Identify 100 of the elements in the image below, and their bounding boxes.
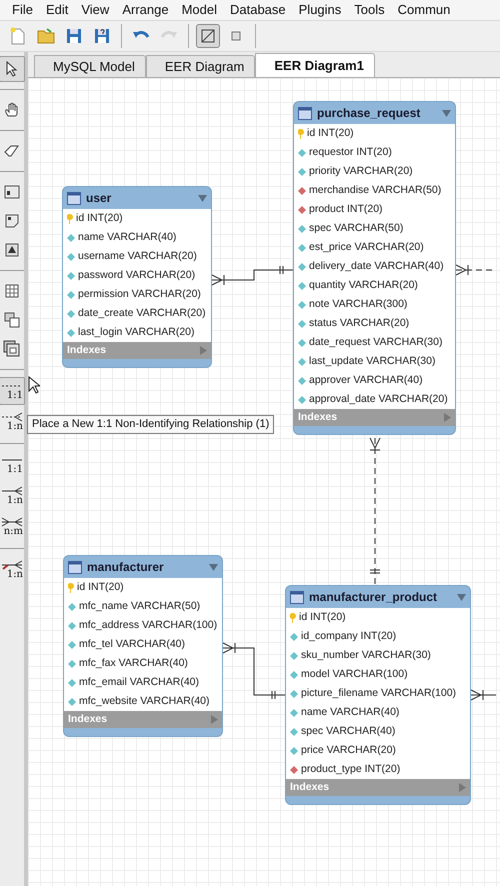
routine-group-icon [3,340,21,358]
column-diamond-icon [67,272,75,280]
key-icon [67,214,73,224]
table-card[interactable]: manufacturer id INT(20) mfc_name VARCHAR(50) mfc_address VARCHAR(100) mfc_tel VARCHAR(40) mfc_fax VARCHAR(40) mfc_email VARCHAR(40) mfc_website VARCHAR(40) Indexes [63,555,223,737]
table-name: manufacturer_product [309,589,438,606]
relationship-connector[interactable] [470,690,496,700]
image-icon [5,243,19,257]
key-icon [298,128,304,138]
column-diamond-icon [290,690,298,698]
column-text: est_price VARCHAR(20) [309,240,424,255]
indexes-label: Indexes [67,342,106,358]
collapse-triangle-icon[interactable] [198,194,207,202]
table-card[interactable] [293,101,456,435]
relationship-line-icon [1,560,23,570]
column-diamond-icon [290,708,298,716]
column-text: last_login VARCHAR(20) [78,324,195,340]
table-icon [298,106,312,120]
column-text: id INT(20) [76,210,123,226]
column-diamond-icon [290,670,298,678]
indexes-label: Indexes [298,410,338,425]
relationship-tool[interactable]: 1:1 [0,377,25,405]
column-text: priority VARCHAR(20) [309,164,413,179]
menu-item[interactable]: Arrange [122,0,169,20]
key-icon [68,582,74,592]
column-text: permission VARCHAR(20) [78,286,201,302]
grid-toggle-icon [201,29,215,43]
relationship-connector[interactable] [222,642,286,700]
collapse-triangle-icon[interactable] [442,110,451,116]
key-icon [290,612,296,622]
collapse-triangle-icon[interactable] [209,564,218,570]
table-name: user [86,190,112,207]
relationship-connector[interactable] [370,438,380,586]
column-text: approval_date VARCHAR(20) [309,392,448,407]
column-text: last_update VARCHAR(30) [309,354,436,369]
menu-item[interactable]: Commun [398,0,450,20]
column-text: date_request VARCHAR(30) [309,334,442,350]
table-name: purchase_request [317,105,422,122]
column-text: mfc_address VARCHAR(100) [79,618,218,633]
layer-icon [4,185,20,199]
indexes-label: Indexes [68,712,108,727]
column-text: mfc_fax VARCHAR(40) [79,656,188,671]
column-text: sku_number VARCHAR(30) [301,648,431,663]
column-text: quantity VARCHAR(20) [309,278,418,293]
column-diamond-icon [290,728,298,736]
indexes-label: Indexes [290,780,330,795]
menu-item[interactable]: Model [182,0,217,20]
column-text: price VARCHAR(20) [301,742,396,758]
column-text: mfc_tel VARCHAR(40) [79,636,185,652]
column-text: note VARCHAR(300) [309,296,408,312]
toolbar-button[interactable] [196,24,220,48]
tooltip: Place a New 1:1 Non-Identifying Relationship (1) [27,415,274,434]
relationship-connector[interactable] [212,266,294,286]
column-text: password VARCHAR(20) [78,268,196,283]
column-text: spec VARCHAR(40) [301,724,396,739]
diagram-canvas[interactable] [28,78,500,886]
table-icon [290,590,304,604]
column-text: mfc_name VARCHAR(50) [79,598,200,614]
relationship-tool[interactable]: 1:n [0,482,25,510]
column-text: id_company INT(20) [301,628,396,644]
column-text: delivery_date VARCHAR(40) [309,258,444,274]
column-diamond-icon [298,148,306,156]
relationship-tool[interactable]: n:m [0,513,25,541]
column-diamond-icon [67,328,75,336]
menu-item[interactable]: View [81,0,110,20]
relationship-line-icon [1,486,23,496]
tool-button[interactable] [0,56,25,82]
note-icon [5,214,19,228]
menu-item[interactable]: Database [230,0,286,20]
relationship-tool[interactable]: 1:n [0,556,25,584]
column-text: picture_filename VARCHAR(100) [301,686,456,701]
relationship-tool[interactable]: 1:n [0,408,25,436]
menu-item[interactable]: Edit [46,0,68,20]
column-text: product_type INT(20) [301,762,400,777]
menu-item[interactable]: File [12,0,33,20]
table-card[interactable]: user id INT(20) name VARCHAR(40) username VARCHAR(20) password VARCHAR(20) permission VARCHAR(20) date_create VARCHAR(20) last_login VARCHAR(20) Indexes [62,186,212,368]
tab[interactable]: MySQL Model [34,55,146,77]
column-text: requestor INT(20) [309,144,392,160]
relationship-tool[interactable]: 1:1 [0,451,25,479]
tab[interactable]: EER Diagram [146,55,256,77]
relationship-line-icon [1,517,23,527]
column-diamond-icon [290,746,298,754]
column-diamond-icon [298,338,306,346]
collapse-triangle-icon[interactable] [457,594,466,600]
column-diamond-icon [298,396,306,404]
column-diamond-icon [298,300,306,308]
tab[interactable]: EER Diagram1 [255,53,375,77]
table-icon [67,192,81,204]
save-as-icon [94,28,110,44]
eraser-icon [4,145,20,157]
column-diamond-icon [298,168,306,176]
menu-item[interactable]: Tools [354,0,385,20]
column-diamond-icon [298,320,306,328]
table-card[interactable] [285,585,471,805]
column-diamond-icon [298,224,306,232]
folder-icon [37,28,55,44]
column-diamond-icon [67,234,75,242]
column-text: name VARCHAR(40) [301,704,400,720]
menu-item[interactable]: Plugins [298,0,342,20]
column-text: id INT(20) [299,610,346,625]
column-diamond-icon [298,376,306,384]
